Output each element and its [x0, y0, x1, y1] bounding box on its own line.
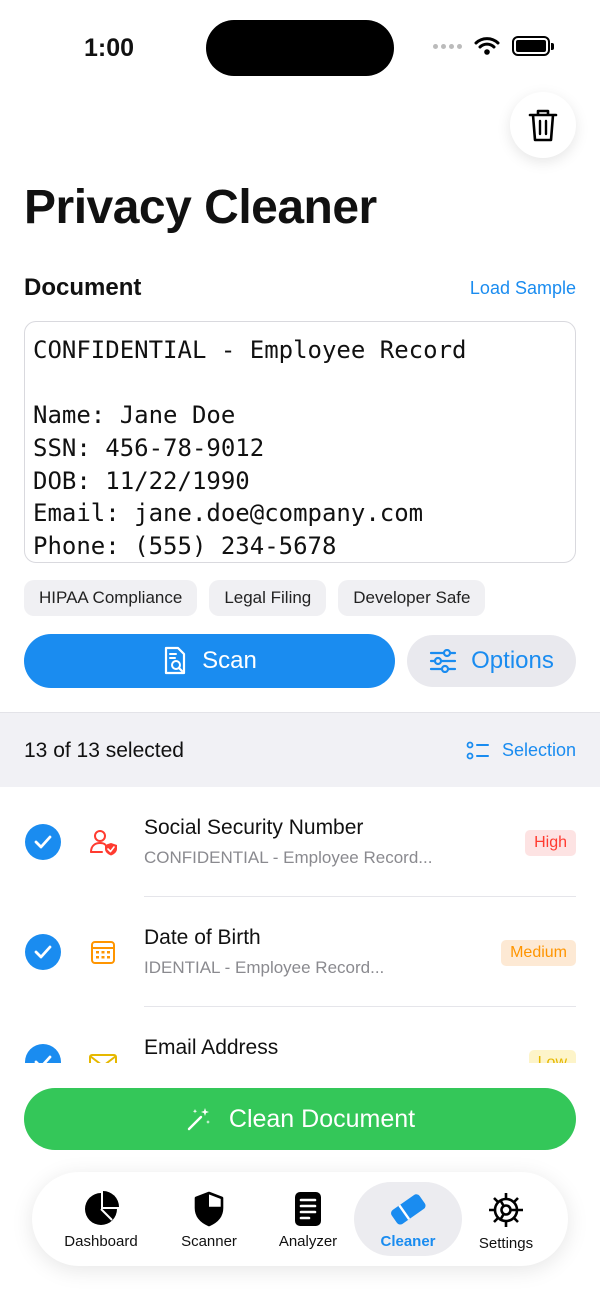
person-shield-icon — [86, 825, 120, 859]
document-magnifier-icon — [165, 646, 186, 675]
tab-dashboard[interactable]: Dashboard — [47, 1182, 155, 1256]
page-title: Privacy Cleaner — [24, 181, 377, 234]
document-line: Email: jane.doe@company.com — [33, 499, 424, 528]
status-icons — [433, 36, 554, 56]
tab-settings-label: Settings — [478, 1235, 534, 1252]
preset-hipaa-chip[interactable]: HIPAA Compliance — [24, 580, 198, 616]
gear-icon — [489, 1193, 523, 1227]
magic-wand-icon — [187, 1108, 210, 1131]
document-line: CONFIDENTIAL - Employee Record — [33, 336, 467, 364]
checkmark-circle-icon[interactable] — [25, 1044, 61, 1063]
tab-dashboard-label: Dashboard — [64, 1233, 138, 1250]
clean-document-button[interactable]: Clean Document — [24, 1088, 576, 1150]
document-line: Name: Jane Doe — [33, 401, 236, 430]
checkmark-circle-icon[interactable] — [25, 824, 61, 860]
eraser-icon — [391, 1194, 426, 1225]
finding-context: IDENTIAL - Employee Record... — [144, 958, 385, 977]
load-sample-button[interactable]: Load Sample — [470, 278, 576, 299]
clear-document-button[interactable] — [510, 92, 576, 158]
finding-name: Date of Birth — [144, 926, 261, 949]
checklist-icon — [466, 741, 489, 759]
dynamic-island — [206, 20, 394, 76]
selection-button-label: Selection — [501, 740, 576, 760]
trash-icon — [528, 109, 558, 142]
battery-icon — [512, 36, 554, 56]
scan-button[interactable]: Scan — [24, 634, 395, 688]
scan-button-label: Scan — [202, 647, 257, 674]
finding-context: CONFIDENTIAL - Employee Record... — [144, 848, 433, 867]
tab-bar: Dashboard Scanner Analyzer Cleaner Setti… — [32, 1172, 568, 1266]
finding-name: Email Address — [144, 1036, 279, 1059]
document-line: SSN: 456-78-9012 — [33, 434, 265, 463]
options-button-label: Options — [471, 647, 554, 674]
checkmark-circle-icon[interactable] — [25, 934, 61, 970]
tab-analyzer-label: Analyzer — [278, 1233, 338, 1250]
wifi-icon — [474, 37, 500, 55]
document-line: DOB: 11/22/1990 — [33, 466, 250, 495]
document-line: Phone: (555) 234-5678 — [33, 532, 337, 561]
document-text-icon — [295, 1192, 321, 1226]
finding-row[interactable]: Social Security Number CONFIDENTIAL - Em… — [0, 787, 600, 897]
preset-chips: HIPAA Compliance Legal Filing Developer … — [24, 580, 486, 616]
tab-cleaner[interactable]: Cleaner — [354, 1182, 462, 1256]
preset-legal-chip[interactable]: Legal Filing — [209, 580, 327, 616]
findings-list: Social Security Number CONFIDENTIAL - Em… — [0, 787, 600, 1063]
finding-row[interactable]: Email Address Low — [0, 1007, 600, 1063]
tab-analyzer[interactable]: Analyzer — [254, 1182, 362, 1256]
severity-badge: Medium — [501, 940, 576, 966]
preset-developer-chip[interactable]: Developer Safe — [338, 580, 486, 616]
selection-count: 13 of 13 selected — [24, 739, 184, 762]
sliders-icon — [430, 649, 457, 673]
options-button[interactable]: Options — [407, 635, 576, 687]
document-textarea[interactable]: CONFIDENTIAL - Employee Record Name: Jan… — [24, 321, 576, 563]
tab-settings[interactable]: Settings — [452, 1182, 560, 1256]
selection-bar: 13 of 13 selected Selection — [0, 712, 600, 787]
severity-badge: Low — [528, 1050, 576, 1063]
finding-name: Social Security Number — [144, 816, 364, 839]
finding-row[interactable]: Date of Birth IDENTIAL - Employee Record… — [0, 897, 600, 1007]
tab-scanner-label: Scanner — [181, 1233, 237, 1250]
cellular-signal-icon — [433, 43, 462, 49]
calendar-icon — [86, 935, 120, 969]
status-bar: 1:00 — [0, 0, 600, 96]
status-time: 1:00 — [84, 34, 135, 62]
tab-cleaner-label: Cleaner — [380, 1233, 436, 1250]
shield-icon — [194, 1191, 224, 1227]
pie-chart-icon — [85, 1191, 119, 1225]
tab-scanner[interactable]: Scanner — [155, 1182, 263, 1256]
document-label: Document — [24, 274, 142, 301]
clean-document-label: Clean Document — [228, 1104, 416, 1133]
envelope-icon — [86, 1047, 120, 1063]
selection-button[interactable]: Selection — [466, 740, 576, 761]
severity-badge: High — [525, 830, 576, 856]
